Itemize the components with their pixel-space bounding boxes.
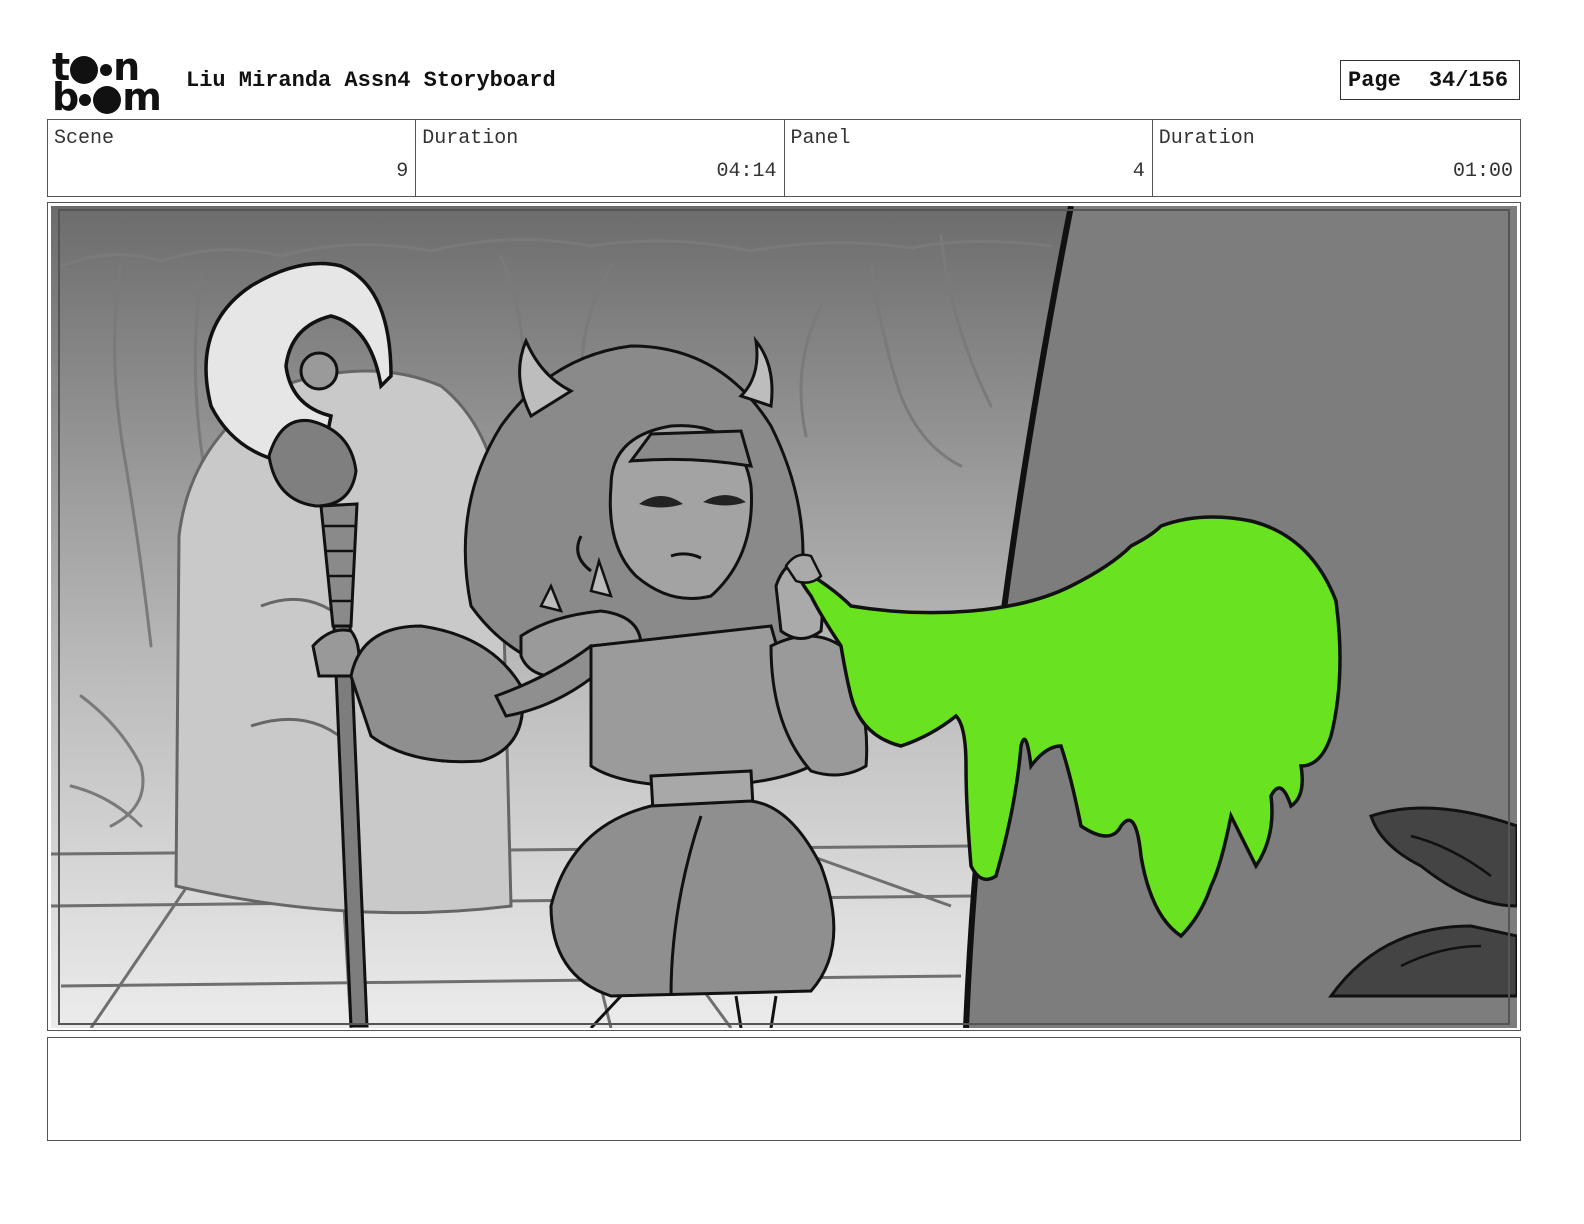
logo-small-dot-icon	[79, 94, 92, 106]
panel-duration-label: Duration	[1158, 127, 1255, 150]
panel-cell: Panel 4	[785, 120, 1153, 196]
scene-duration-value: 04:14	[716, 160, 777, 183]
panel-label: Panel	[790, 127, 851, 150]
scene-label: Scene	[54, 127, 115, 150]
logo-small-dot-icon	[100, 64, 113, 76]
panel-duration-value: 01:00	[1452, 160, 1513, 183]
toon-boom-logo: tn bm	[52, 48, 164, 119]
scene-duration-cell: Duration 04:14	[416, 120, 785, 196]
panel-notes-box	[47, 1037, 1521, 1141]
document-title: Liu Miranda Assn4 Storyboard	[186, 68, 556, 93]
panel-value: 4	[1132, 160, 1145, 183]
logo-dot-icon	[93, 86, 122, 114]
page-number: 34/156	[1428, 67, 1509, 93]
page-label: Page	[1348, 67, 1401, 93]
scene-duration-label: Duration	[422, 127, 519, 150]
storyboard-panel-image	[51, 206, 1517, 1028]
logo-line-bottom: bm	[52, 75, 162, 119]
page-indicator: Page 34/156	[1340, 60, 1520, 100]
shot-info-table: Scene 9 Duration 04:14 Panel 4 Duration …	[47, 119, 1521, 197]
scene-cell: Scene 9	[48, 120, 417, 196]
scene-value: 9	[396, 160, 409, 183]
panel-duration-cell: Duration 01:00	[1153, 120, 1520, 196]
